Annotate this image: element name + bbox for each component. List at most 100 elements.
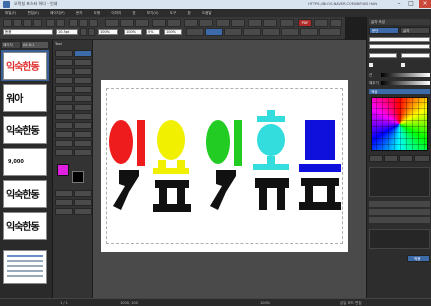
property-field[interactable] bbox=[401, 53, 430, 58]
style-row[interactable] bbox=[369, 201, 430, 207]
export-icon[interactable] bbox=[314, 19, 328, 27]
apply-button[interactable]: 적용 bbox=[407, 255, 430, 262]
tab-character[interactable]: 글자 bbox=[400, 27, 430, 34]
minimize-button[interactable]: – bbox=[393, 0, 405, 8]
poster-letter-5[interactable] bbox=[299, 120, 341, 210]
checkbox[interactable] bbox=[401, 63, 405, 67]
page-thumbnail[interactable]: 익숙한동 bbox=[3, 180, 47, 208]
close-button[interactable]: × bbox=[419, 0, 431, 8]
shape-tool-icon[interactable] bbox=[205, 28, 223, 36]
ungroup-icon[interactable] bbox=[167, 19, 181, 27]
property-field[interactable] bbox=[369, 53, 397, 58]
crop-tool-icon[interactable] bbox=[55, 122, 73, 129]
line-tool-icon[interactable] bbox=[224, 28, 242, 36]
tab-paragraph[interactable]: 문단 bbox=[369, 27, 399, 34]
poster-letter-1[interactable] bbox=[109, 120, 145, 210]
zoom-tool-icon[interactable] bbox=[55, 104, 73, 111]
fill-icon[interactable] bbox=[55, 131, 73, 138]
page-thumbnail[interactable]: 9,000 bbox=[3, 148, 47, 176]
page-size-tab[interactable]: A4 6:1 bbox=[22, 42, 48, 48]
cut-icon[interactable] bbox=[69, 19, 78, 27]
align-right-icon[interactable] bbox=[135, 19, 149, 27]
option-box[interactable] bbox=[369, 229, 430, 249]
table-tool-icon[interactable] bbox=[74, 95, 92, 102]
pen-tool-icon[interactable] bbox=[55, 113, 73, 120]
redo-icon[interactable] bbox=[56, 19, 65, 27]
layer-down-icon[interactable] bbox=[74, 190, 92, 197]
copy-icon[interactable] bbox=[79, 19, 88, 27]
scale-field[interactable]: 100% bbox=[98, 29, 118, 35]
text-icon[interactable] bbox=[55, 59, 73, 66]
bold-icon[interactable] bbox=[80, 28, 87, 36]
rectangle-icon[interactable] bbox=[55, 68, 73, 75]
new-file-icon[interactable] bbox=[3, 19, 12, 27]
grid-icon[interactable] bbox=[231, 19, 245, 27]
lock-icon[interactable] bbox=[216, 19, 230, 27]
fill-gradient-slider[interactable] bbox=[381, 81, 430, 85]
page-thumbnail[interactable] bbox=[3, 250, 47, 284]
table-icon[interactable] bbox=[248, 19, 262, 27]
align-icon[interactable] bbox=[55, 199, 73, 206]
ungroup-tool-icon[interactable] bbox=[74, 208, 92, 215]
chart-icon[interactable] bbox=[263, 19, 277, 27]
menu-tools[interactable]: 도구 bbox=[165, 9, 181, 16]
field-a[interactable]: 100% bbox=[124, 29, 142, 35]
ellipse-icon[interactable] bbox=[74, 68, 92, 75]
menu-image[interactable]: 이미지 bbox=[106, 9, 126, 16]
font-name-field[interactable]: 돋움 bbox=[3, 29, 53, 35]
front-icon[interactable] bbox=[184, 19, 198, 27]
maximize-button[interactable]: □ bbox=[405, 0, 417, 8]
back-icon[interactable] bbox=[199, 19, 213, 27]
undo-icon[interactable] bbox=[46, 19, 55, 27]
swatch-button[interactable] bbox=[369, 155, 383, 162]
page-thumbnail[interactable]: 워아 bbox=[3, 84, 47, 112]
eraser-tool-icon[interactable] bbox=[74, 113, 92, 120]
poster-letter-3[interactable] bbox=[206, 120, 242, 210]
shadow-tool-icon[interactable] bbox=[300, 28, 318, 36]
menu-file[interactable]: 파일(F) bbox=[0, 9, 21, 16]
flip-icon[interactable] bbox=[74, 149, 92, 156]
rotate-icon[interactable] bbox=[55, 149, 73, 156]
save-icon[interactable] bbox=[23, 19, 32, 27]
status-zoom[interactable]: 100% bbox=[260, 301, 270, 305]
menu-view[interactable]: 보기(V) bbox=[142, 9, 164, 16]
gradient-icon[interactable] bbox=[74, 131, 92, 138]
effect-tool-icon[interactable] bbox=[281, 28, 299, 36]
poster-letter-2[interactable] bbox=[153, 120, 191, 212]
italic-icon[interactable] bbox=[88, 28, 95, 36]
style-row[interactable] bbox=[369, 217, 430, 223]
swatch-button[interactable] bbox=[384, 155, 398, 162]
swatch-button[interactable] bbox=[399, 155, 413, 162]
menu-page[interactable]: 페이지(P) bbox=[45, 9, 70, 16]
checkbox[interactable] bbox=[369, 63, 373, 67]
stroke-color-swatch[interactable] bbox=[72, 171, 84, 183]
poster-artwork[interactable] bbox=[101, 80, 348, 252]
field-c[interactable]: 100% bbox=[164, 29, 182, 35]
swatch-button[interactable] bbox=[414, 155, 430, 162]
fill-color-swatch[interactable] bbox=[57, 164, 69, 176]
layer-up-icon[interactable] bbox=[55, 190, 73, 197]
field-b[interactable]: 0% bbox=[146, 29, 160, 35]
opacity-icon[interactable] bbox=[74, 140, 92, 147]
menu-text[interactable]: 문자 bbox=[71, 9, 87, 16]
paste-icon[interactable] bbox=[89, 19, 98, 27]
select-tool-icon[interactable] bbox=[55, 50, 73, 57]
property-field[interactable] bbox=[369, 37, 430, 42]
distribute-icon[interactable] bbox=[74, 199, 92, 206]
property-field[interactable] bbox=[369, 44, 430, 49]
arrow-icon[interactable] bbox=[74, 77, 92, 84]
vertical-text-icon[interactable] bbox=[74, 59, 92, 66]
menu-window[interactable]: 창 bbox=[182, 9, 195, 16]
print-icon[interactable] bbox=[33, 19, 42, 27]
image-tool-icon[interactable] bbox=[55, 95, 73, 102]
move-tool-icon[interactable] bbox=[74, 50, 92, 57]
fill-tool-icon[interactable] bbox=[243, 28, 261, 36]
align-center-icon[interactable] bbox=[120, 19, 134, 27]
line-gradient-slider[interactable] bbox=[381, 73, 430, 77]
align-left-icon[interactable] bbox=[105, 19, 119, 27]
group-tool-icon[interactable] bbox=[55, 208, 73, 215]
poster-letter-4[interactable] bbox=[253, 110, 289, 210]
page-thumbnail[interactable]: 익숙한동 bbox=[3, 212, 47, 240]
star-icon[interactable] bbox=[74, 86, 92, 93]
style-row[interactable] bbox=[369, 209, 430, 215]
